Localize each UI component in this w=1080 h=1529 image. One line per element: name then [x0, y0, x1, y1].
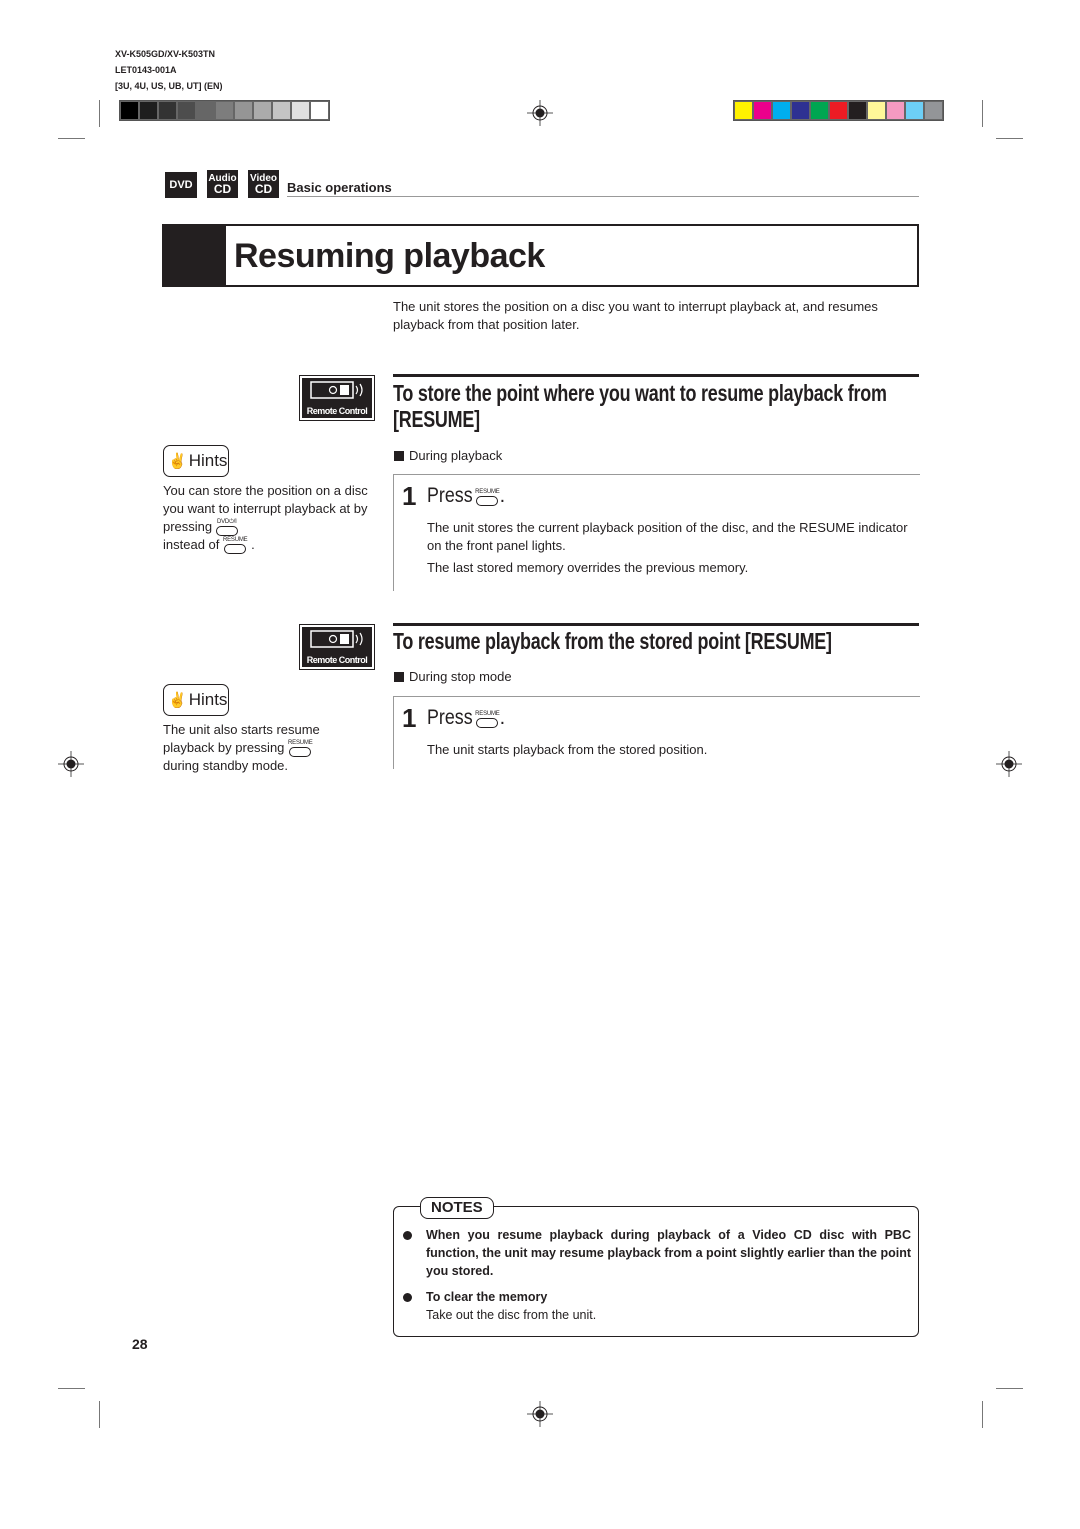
color-swatch — [772, 101, 791, 120]
resume-button-icon: RESUME — [475, 489, 500, 507]
hints-icon: ✌ Hints — [163, 684, 229, 716]
remote-control-icon: Remote Control — [299, 624, 375, 670]
square-bullet-icon — [394, 671, 404, 682]
registration-mark-icon — [527, 1401, 553, 1427]
step-number: 1 — [402, 481, 417, 511]
section-heading-store: To store the point where you want to res… — [393, 380, 887, 432]
color-swatch — [810, 101, 829, 120]
trim-mark — [982, 1401, 983, 1428]
color-swatch — [215, 101, 234, 120]
color-swatch — [177, 101, 196, 120]
section-divider — [287, 196, 919, 197]
color-swatch — [734, 101, 753, 120]
disc-type-badges: DVD Audio CD Video CD — [165, 170, 279, 198]
model-number: XV-K505GD/XV-K503TN — [115, 49, 216, 59]
trim-mark — [982, 100, 983, 127]
title-block-accent — [164, 226, 226, 285]
color-swatch — [867, 101, 886, 120]
note-item: To clear the memory Take out the disc fr… — [403, 1288, 911, 1324]
color-swatch — [158, 101, 177, 120]
step-instruction: Press RESUME. — [427, 706, 506, 729]
notes-label: NOTES — [420, 1197, 494, 1219]
condition-during-stop: During stop mode — [394, 669, 512, 684]
hint-text-store: You can store the position on a disc you… — [163, 482, 368, 555]
step-number: 1 — [402, 703, 417, 733]
doc-code: LET0143-001A — [115, 65, 177, 75]
step-description: The unit starts playback from the stored… — [427, 742, 708, 757]
color-swatch — [139, 101, 158, 120]
notes-list: When you resume playback during playback… — [403, 1226, 911, 1324]
trim-mark — [996, 1388, 1023, 1389]
section-label: Basic operations — [287, 180, 392, 195]
trim-mark — [99, 1401, 100, 1428]
page-title: Resuming playback — [234, 237, 545, 275]
remote-control-icon: Remote Control — [299, 375, 375, 421]
color-swatch — [753, 101, 772, 120]
region-codes: [3U, 4U, US, UB, UT] (EN) — [115, 81, 223, 91]
registration-mark-icon — [996, 751, 1022, 777]
grayscale-calibration-bar — [119, 100, 330, 121]
color-swatch — [848, 101, 867, 120]
color-swatch — [253, 101, 272, 120]
resume-button-icon: RESUME — [223, 537, 248, 555]
heading-rule — [393, 623, 919, 626]
color-swatch — [272, 101, 291, 120]
remote-control-label: Remote Control — [306, 406, 368, 416]
bullet-icon — [403, 1231, 412, 1240]
trim-mark — [996, 138, 1023, 139]
trim-mark — [58, 138, 85, 139]
intro-text: The unit stores the position on a disc y… — [393, 299, 878, 332]
registration-mark-icon — [58, 751, 84, 777]
resume-button-icon: RESUME — [475, 711, 500, 729]
color-swatch — [234, 101, 253, 120]
color-swatch — [924, 101, 943, 120]
dvd-badge: DVD — [165, 172, 197, 198]
notes-box: When you resume playback during playback… — [393, 1206, 919, 1337]
color-swatch — [120, 101, 139, 120]
hint-text-resume: The unit also starts resume playback by … — [163, 722, 320, 774]
square-bullet-icon — [394, 450, 404, 461]
step-instruction: Press RESUME. — [427, 484, 506, 507]
page-number: 28 — [132, 1336, 148, 1352]
condition-during-playback: During playback — [394, 448, 502, 463]
color-swatch — [291, 101, 310, 120]
color-swatch — [905, 101, 924, 120]
trim-mark — [99, 100, 100, 127]
dvd-standby-button-icon: DVD⏻/I — [215, 519, 238, 537]
bullet-icon — [403, 1293, 412, 1302]
resume-button-icon: RESUME — [288, 740, 313, 758]
step-description: The unit stores the current playback pos… — [427, 520, 908, 575]
audio-cd-badge: Audio CD — [207, 170, 238, 198]
page-title-box: Resuming playback — [162, 224, 919, 287]
note-item: When you resume playback during playback… — [403, 1226, 911, 1280]
color-swatch — [196, 101, 215, 120]
color-swatch — [829, 101, 848, 120]
registration-mark-icon — [527, 100, 553, 126]
heading-rule — [393, 374, 919, 377]
color-swatch — [310, 101, 329, 120]
section-heading-resume: To resume playback from the stored point… — [393, 628, 832, 654]
remote-control-label: Remote Control — [306, 655, 368, 665]
color-swatch — [886, 101, 905, 120]
color-calibration-bar — [733, 100, 944, 121]
print-meta: XV-K505GD/XV-K503TN LET0143-001A [3U, 4U… — [115, 46, 223, 94]
color-swatch — [791, 101, 810, 120]
video-cd-badge: Video CD — [248, 170, 279, 198]
trim-mark — [58, 1388, 85, 1389]
hints-icon: ✌ Hints — [163, 445, 229, 477]
